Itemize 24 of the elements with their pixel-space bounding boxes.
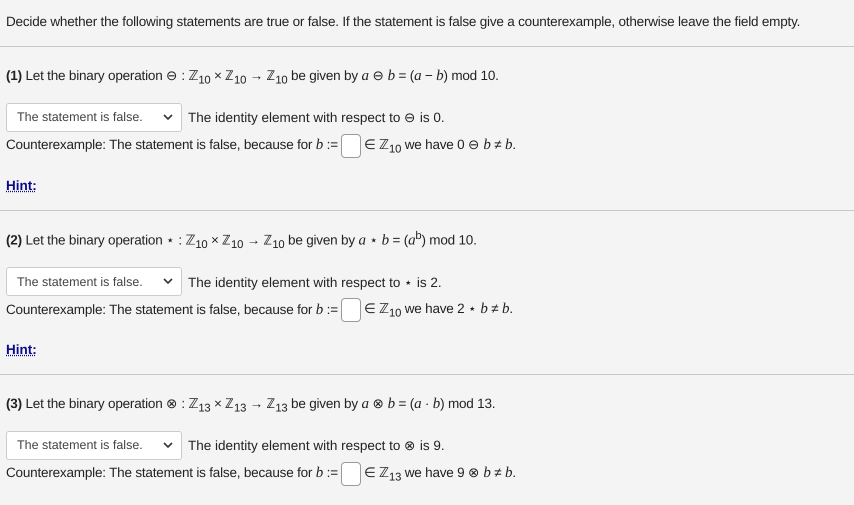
counterexample-input-field[interactable] — [340, 134, 361, 158]
chevron-down-icon — [163, 442, 173, 449]
claim-text: The identity element with respect to ⊖ is 0. — [188, 109, 445, 126]
counterexample-text: ∈ ℤ$_{10}$ we have 2 ⋆ b ≠ b. — [364, 300, 513, 320]
answer-dropdown[interactable]: The statement is false. — [6, 430, 182, 460]
counterexample-text: ∈ ℤ$_{10}$ we have 0 ⊖ b ≠ b. — [364, 136, 516, 156]
counterexample-text: ∈ ℤ$_{13}$ we have 9 ⊗ b ≠ b. — [364, 464, 516, 484]
counterexample-input-field[interactable] — [340, 462, 361, 486]
hint-link[interactable]: Hint: — [6, 342, 37, 358]
instructions-text: Decide whether the following statements are true or false. If the statement is false give a counterexample, otherwise leave the field empty. — [5, 13, 802, 31]
chevron-down-icon — [163, 114, 173, 121]
counterexample-text: Counterexample: The statement is false, because for b := — [6, 302, 338, 319]
answer-dropdown[interactable]: The statement is false. — [6, 102, 182, 132]
counterexample-input-field[interactable] — [340, 298, 361, 322]
problem-statement: (3) Let the binary operation ⊗ : ℤ$_{13}$ × ℤ$_{13}$ → ℤ$_{13}$ be given by a ⊗ b = (a · b) mod 13. — [6, 395, 496, 415]
counterexample-text: Counterexample: The statement is false, because for b := — [6, 137, 338, 154]
problem-statement: (1) Let the binary operation ⊖ : ℤ$_{10}$ × ℤ$_{10}$ → ℤ$_{10}$ be given by a ⊖ b = (a − b) mod 10. — [6, 67, 500, 87]
claim-text: The identity element with respect to ⊗ is 9. — [188, 437, 445, 454]
counterexample-text: Counterexample: The statement is false, because for b := — [6, 465, 338, 482]
chevron-down-icon — [163, 278, 173, 286]
answer-dropdown[interactable]: The statement is false. — [6, 267, 182, 296]
hint-link[interactable]: Hint: — [6, 178, 37, 193]
problem-statement: (2) Let the binary operation ⋆ : ℤ$_{10}$ × ℤ$_{10}$ → ℤ$_{10}$ be given by a ⋆ b = (a$^{b}$) mod 10. — [6, 230, 478, 252]
claim-text: The identity element with respect to ⋆ is 2. — [188, 274, 442, 290]
